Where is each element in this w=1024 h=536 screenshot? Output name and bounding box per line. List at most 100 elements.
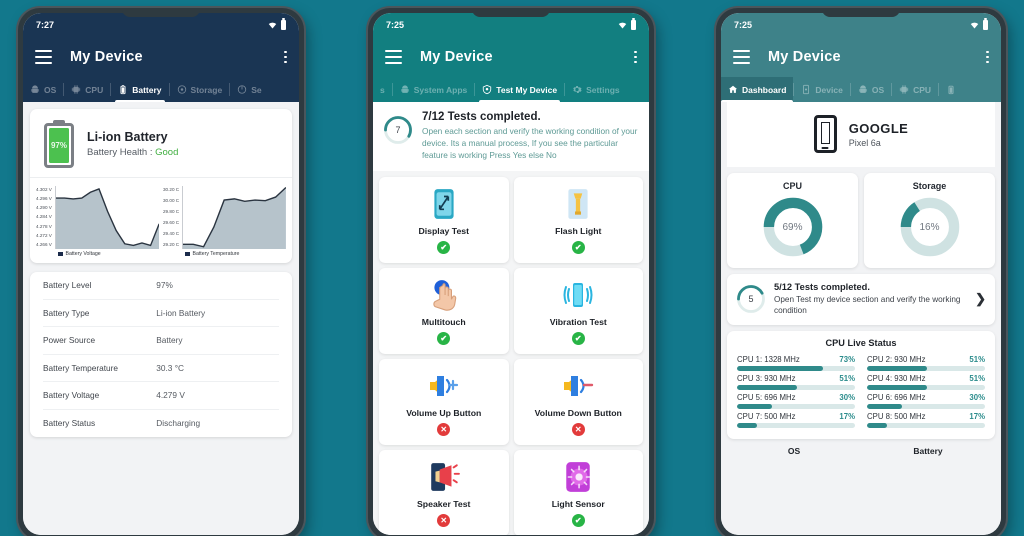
multitouch-icon <box>429 278 459 312</box>
storage-gauge-card[interactable]: Storage 16% <box>864 173 995 268</box>
status-time: 7:25 <box>734 20 753 30</box>
cpu-gauge-value: 69% <box>782 221 803 233</box>
y-tick: 30.00 C <box>163 198 180 203</box>
status-time: 7:25 <box>386 20 405 30</box>
tab-bar: s System Apps Test My Device Settings <box>373 77 649 102</box>
light-sensor-icon <box>564 460 592 494</box>
cpu-core-bar <box>737 423 855 428</box>
tab-test-my-device[interactable]: Test My Device <box>475 77 564 102</box>
cpu-core-label: CPU 5: 696 MHz <box>737 392 796 402</box>
legend-label: Battery Temperature <box>192 251 240 257</box>
volume-down-icon <box>561 369 595 403</box>
tests-description: Open each section and verify the working… <box>422 126 638 161</box>
pass-icon: ✔ <box>437 240 451 254</box>
pass-icon: ✔ <box>437 331 451 345</box>
info-value: Li-ion Battery <box>156 307 206 318</box>
overflow-menu-icon[interactable] <box>284 50 287 64</box>
tab-battery[interactable]: Battery <box>111 77 168 102</box>
tests-summary-card[interactable]: 5 5/12 Tests completed. Open Test my dev… <box>727 274 995 325</box>
cpu-core-label: CPU 7: 500 MHz <box>737 411 796 421</box>
tab-dashboard[interactable]: Dashboard <box>721 77 794 102</box>
bottom-label-battery: Battery <box>913 445 943 456</box>
info-key: Power Source <box>43 335 96 346</box>
chevron-right-icon[interactable]: ❯ <box>975 291 986 307</box>
test-card-vibration[interactable]: Vibration Test ✔ <box>513 268 643 355</box>
y-tick: 4.302 V <box>36 187 52 192</box>
menu-icon[interactable] <box>733 50 750 64</box>
cpu-core-percent: 30% <box>839 392 855 402</box>
test-card-display-test[interactable]: Display Test ✔ <box>379 177 509 264</box>
cpu-icon <box>72 85 81 94</box>
tab-settings[interactable]: Settings <box>565 77 627 102</box>
test-card-flashlight[interactable]: Flash Light ✔ <box>513 177 643 264</box>
tab-label: OS <box>44 84 57 95</box>
tab-label: Storage <box>190 84 223 95</box>
battery-details-table: Battery Level 97% Battery Type Li-ion Batte… <box>30 272 292 437</box>
cpu-core-bar <box>737 385 855 390</box>
page-title: My Device <box>768 49 841 65</box>
tab-sensors[interactable]: Se <box>230 77 268 102</box>
test-card-volume-down[interactable]: Volume Down Button ✕ <box>513 359 643 446</box>
phone-notch <box>122 8 200 17</box>
voltage-chart: 4.302 V 4.296 V 4.290 V 4.284 V 4.278 V … <box>36 186 159 257</box>
cpu-live-title: CPU Live Status <box>825 337 897 348</box>
menu-icon[interactable] <box>35 50 52 64</box>
voltage-legend: Battery Voltage <box>58 251 159 257</box>
tab-device[interactable]: Device <box>794 77 849 102</box>
tab-os[interactable]: OS <box>851 77 891 102</box>
speaker-icon <box>428 460 460 494</box>
tab-battery[interactable] <box>939 77 963 102</box>
test-card-multitouch[interactable]: Multitouch ✔ <box>379 268 509 355</box>
tab-label: Settings <box>586 84 620 95</box>
vibration-icon <box>563 278 593 312</box>
phone-1-battery-screen: 7:27 My Device OS CPU Battery Storage Se… <box>18 8 304 536</box>
temperature-legend: Battery Temperature <box>185 251 286 257</box>
cpu-gauge-card[interactable]: CPU 69% <box>727 173 858 268</box>
tab-apps-partial[interactable]: s <box>373 77 392 102</box>
tab-os[interactable]: OS <box>23 77 63 102</box>
voltage-y-axis: 4.302 V 4.296 V 4.290 V 4.284 V 4.278 V … <box>36 186 52 249</box>
test-card-light-sensor[interactable]: Light Sensor ✔ <box>513 450 643 535</box>
cpu-core-row: CPU 5: 696 MHz 30% <box>737 393 855 409</box>
tab-system-apps[interactable]: System Apps <box>393 77 475 102</box>
test-label: Volume Up Button <box>406 407 482 418</box>
cpu-core-row: CPU 7: 500 MHz 17% <box>737 412 855 428</box>
tab-cpu[interactable]: CPU <box>64 77 110 102</box>
device-identity-card: GOOGLE Pixel 6a <box>727 102 995 167</box>
wifi-icon <box>268 22 277 28</box>
y-tick: 4.266 V <box>36 241 52 247</box>
pass-icon: ✔ <box>571 331 585 345</box>
menu-icon[interactable] <box>385 50 402 64</box>
overflow-menu-icon[interactable] <box>634 50 637 64</box>
overflow-menu-icon[interactable] <box>986 50 989 64</box>
cpu-core-row: CPU 3: 930 MHz 51% <box>737 374 855 390</box>
test-card-speaker[interactable]: Speaker Test ✕ <box>379 450 509 535</box>
cpu-core-percent: 30% <box>969 392 985 402</box>
test-card-volume-up[interactable]: Volume Up Button ✕ <box>379 359 509 446</box>
info-value: 30.3 °C <box>156 362 185 373</box>
cpu-core-percent: 17% <box>969 411 985 421</box>
battery-icon <box>120 85 126 95</box>
tab-cpu[interactable]: CPU <box>892 77 938 102</box>
page-title: My Device <box>420 49 493 65</box>
tab-storage[interactable]: Storage <box>170 77 230 102</box>
cpu-core-bar <box>867 423 985 428</box>
phone-3-dashboard-screen: 7:25 My Device Dashboard Device OS CPU G… <box>716 8 1006 536</box>
cpu-icon <box>899 85 909 94</box>
table-row: Battery Type Li-ion Battery <box>43 300 279 327</box>
test-label: Display Test <box>418 225 470 236</box>
device-brand: GOOGLE <box>848 120 909 136</box>
battery-health-row: Battery Health : Good <box>87 147 178 158</box>
table-row: Battery Voltage 4.279 V <box>43 382 279 410</box>
battery-level-icon: 97% <box>44 120 74 168</box>
test-label: Flash Light <box>555 225 602 236</box>
tab-label: CPU <box>913 84 932 95</box>
y-tick: 4.278 V <box>36 223 52 229</box>
y-tick: 4.296 V <box>36 196 52 202</box>
gear-icon <box>573 85 582 94</box>
info-key: Battery Temperature <box>43 362 119 373</box>
tests-headline: 7/12 Tests completed. <box>422 111 541 123</box>
cpu-core-percent: 51% <box>969 373 985 383</box>
cpu-core-label: CPU 4: 930 MHz <box>867 373 926 383</box>
screenshot-stage: 7:27 My Device OS CPU Battery Storage Se… <box>0 0 1024 536</box>
